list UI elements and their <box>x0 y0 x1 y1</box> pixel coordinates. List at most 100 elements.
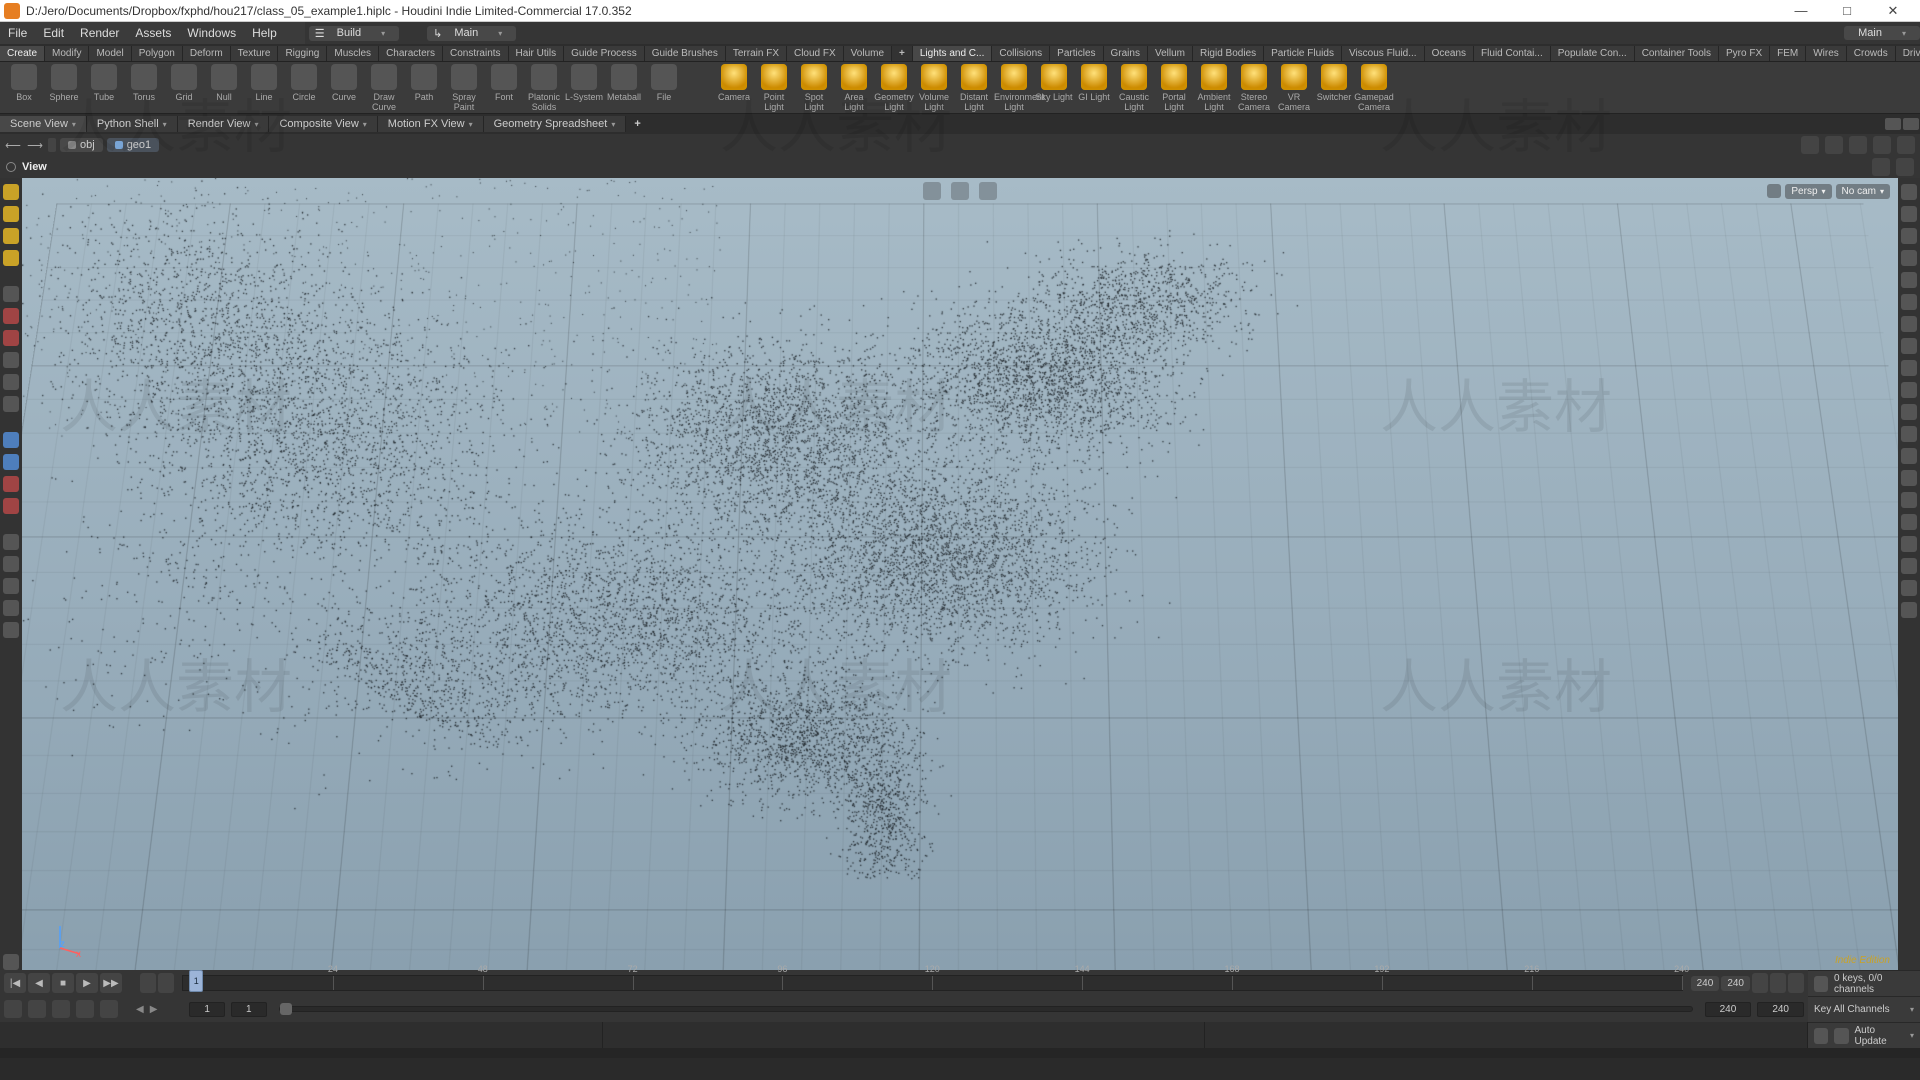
shelf-tab[interactable]: Particle Fluids <box>1264 46 1342 61</box>
view-projection-dropdown[interactable]: Persp▾ <box>1785 184 1831 199</box>
shelf-tab[interactable]: Populate Con... <box>1551 46 1635 61</box>
channels-icon[interactable] <box>1814 976 1828 992</box>
desktop-main-right-dropdown[interactable]: Main▾ <box>1844 26 1920 40</box>
shelf-tab[interactable]: Polygon <box>132 46 183 61</box>
snap-grid-icon[interactable] <box>3 432 19 448</box>
refresh-icon[interactable] <box>1814 1028 1828 1044</box>
shelf-tab[interactable]: Create <box>0 46 45 61</box>
shelf-tool-tube[interactable]: Tube <box>84 64 124 112</box>
shelf-tool-l-system[interactable]: L-System <box>564 64 604 112</box>
display-option-icon[interactable] <box>1901 492 1917 508</box>
view-mode-label[interactable]: View <box>22 161 47 173</box>
shelf-tool-vr-camera[interactable]: VR Camera <box>1274 64 1314 112</box>
menu-edit[interactable]: Edit <box>35 26 72 40</box>
shelf-tab[interactable]: Container Tools <box>1635 46 1719 61</box>
move-tool-icon[interactable] <box>3 330 19 346</box>
snap-multi-icon[interactable] <box>3 498 19 514</box>
select-objects-icon[interactable] <box>3 184 19 200</box>
shelf-tool-font[interactable]: Font <box>484 64 524 112</box>
shelf-tab[interactable]: Oceans <box>1425 46 1474 61</box>
rotate-tool-icon[interactable] <box>3 352 19 368</box>
menu-help[interactable]: Help <box>244 26 285 40</box>
range-start-field[interactable]: 1 <box>189 1002 225 1017</box>
shelf-tool-circle[interactable]: Circle <box>284 64 324 112</box>
shelf-tab[interactable]: Drive Simula... <box>1896 46 1920 61</box>
lock-tool-icon[interactable] <box>3 308 19 324</box>
scene-viewport[interactable]: Persp▾ No cam▾ z x Indie Edition <box>22 178 1898 970</box>
range-end2-field[interactable]: 240 <box>1757 1002 1804 1017</box>
shelf-tab[interactable]: Cloud FX <box>787 46 844 61</box>
realtime-button[interactable] <box>158 973 174 993</box>
pane-tab[interactable]: Geometry Spreadsheet▾ <box>484 116 627 132</box>
handle-button[interactable] <box>951 182 969 200</box>
shelf-tool-curve[interactable]: Curve <box>324 64 364 112</box>
display-option-icon[interactable] <box>1901 382 1917 398</box>
shelf-tab[interactable]: Guide Process <box>564 46 645 61</box>
cook-icon[interactable] <box>1834 1028 1848 1044</box>
shelf-tool-area-light[interactable]: Area Light <box>834 64 874 112</box>
shelf-tool-spot-light[interactable]: Spot Light <box>794 64 834 112</box>
pin-icon[interactable] <box>6 162 16 172</box>
shelf-tool-caustic-light[interactable]: Caustic Light <box>1114 64 1154 112</box>
prev-frame-button[interactable]: ◀ <box>28 973 50 993</box>
global-anim-options-icon[interactable] <box>4 1000 22 1018</box>
shelf-tab[interactable]: Model <box>89 46 131 61</box>
shelf-tool-sphere[interactable]: Sphere <box>44 64 84 112</box>
display-option-icon[interactable] <box>1901 426 1917 442</box>
shelf-tab[interactable]: Wires <box>1806 46 1847 61</box>
breadcrumb-geo1[interactable]: geo1 <box>107 138 159 152</box>
path-option-button[interactable] <box>1873 136 1891 154</box>
shelf-tab[interactable]: Muscles <box>327 46 379 61</box>
shelf-tool-portal-light[interactable]: Portal Light <box>1154 64 1194 112</box>
shelf-tool-torus[interactable]: Torus <box>124 64 164 112</box>
shelf-tab[interactable]: Crowds <box>1847 46 1896 61</box>
shelf-tool-box[interactable]: Box <box>4 64 44 112</box>
play-button[interactable]: ▶ <box>76 973 98 993</box>
close-button[interactable]: ✕ <box>1870 0 1916 22</box>
desktop-main-dropdown[interactable]: ↳ Main▾ <box>427 26 516 41</box>
shelf-tab[interactable]: Modify <box>45 46 89 61</box>
range-option-icon[interactable] <box>28 1000 46 1018</box>
pane-tab[interactable]: Composite View▾ <box>269 116 377 132</box>
first-frame-button[interactable]: |◀ <box>4 973 26 993</box>
shelf-tool-switcher[interactable]: Switcher <box>1314 64 1354 112</box>
timeline-opt-button[interactable] <box>1788 973 1804 993</box>
timeline-opt-button[interactable] <box>1770 973 1786 993</box>
shelf-tool-geometry-light[interactable]: Geometry Light <box>874 64 914 112</box>
viewport-toggle-button[interactable] <box>1872 158 1890 176</box>
playhead[interactable]: 1 <box>189 970 203 992</box>
shelf-tab[interactable]: Rigging <box>278 46 327 61</box>
display-option-icon[interactable] <box>1901 206 1917 222</box>
shelf-tool-null[interactable]: Null <box>204 64 244 112</box>
view-tool-icon[interactable] <box>3 534 19 550</box>
menu-file[interactable]: File <box>0 26 35 40</box>
loop-button[interactable] <box>140 973 156 993</box>
stop-button[interactable]: ■ <box>52 973 74 993</box>
shelf-tool-platonic-solids[interactable]: Platonic Solids <box>524 64 564 112</box>
shelf-tool-camera[interactable]: Camera <box>714 64 754 112</box>
display-option-icon[interactable] <box>1901 294 1917 310</box>
render-region-icon[interactable] <box>3 578 19 594</box>
view-tool-icon[interactable] <box>3 556 19 572</box>
shelf-tab[interactable]: Pyro FX <box>1719 46 1770 61</box>
shelf-tab[interactable]: Viscous Fluid... <box>1342 46 1425 61</box>
shelf-tab[interactable]: Guide Brushes <box>645 46 726 61</box>
pane-tab-add[interactable]: + <box>626 118 648 130</box>
range-option-icon[interactable] <box>52 1000 70 1018</box>
scale-tool-icon[interactable] <box>3 374 19 390</box>
shelf-tab[interactable]: Volume <box>844 46 892 61</box>
shelf-tab[interactable]: Vellum <box>1148 46 1193 61</box>
timeline[interactable]: 1 24487296120144168192216240 <box>182 975 1683 991</box>
pane-tab[interactable]: Motion FX View▾ <box>378 116 484 132</box>
pane-layout-button[interactable] <box>1903 118 1919 130</box>
breadcrumb-obj[interactable]: obj <box>60 138 103 152</box>
auto-update-dropdown[interactable]: Auto Update▾ <box>1808 1022 1920 1048</box>
shelf-tool-stereo-camera[interactable]: Stereo Camera <box>1234 64 1274 112</box>
handle-button[interactable] <box>923 182 941 200</box>
nav-back-button[interactable]: ⟵ <box>4 139 22 152</box>
shelf-tab[interactable]: Constraints <box>443 46 509 61</box>
key-all-channels-dropdown[interactable]: Key All Channels▾ <box>1808 996 1920 1022</box>
snap-curve-icon[interactable] <box>3 454 19 470</box>
nav-forward-button[interactable]: ⟶ <box>26 139 44 152</box>
shelf-tab[interactable]: Texture <box>231 46 279 61</box>
